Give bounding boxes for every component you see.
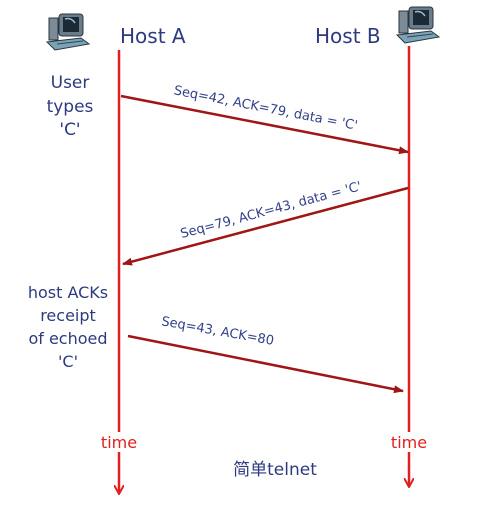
host-b-time-label: time	[391, 433, 427, 452]
host-acks-note: host ACKs receipt of echoed 'C'	[28, 283, 108, 371]
host-a-label: Host A	[120, 24, 186, 48]
user-types-note: User types 'C'	[47, 73, 94, 140]
host-b-label: Host B	[315, 24, 381, 48]
computer-icon	[46, 13, 90, 51]
note-line: types	[47, 97, 94, 117]
note-line: receipt	[40, 306, 96, 325]
note-line: 'C'	[58, 352, 78, 371]
message-label-3: Seq=43, ACK=80	[160, 314, 275, 349]
caption: 简单telnet	[233, 460, 317, 480]
note-line: 'C'	[59, 120, 80, 140]
note-line: of echoed	[28, 329, 107, 348]
computer-icon	[396, 6, 440, 44]
telnet-sequence-diagram: Host A Host B User types 'C' host ACKs r…	[28, 6, 440, 513]
message-arrow-2	[122, 186, 409, 266]
note-line: host ACKs	[28, 283, 108, 302]
host-a-time-label: time	[101, 433, 137, 452]
message-label-2: Seq=79, ACK=43, data = 'C'	[179, 179, 363, 242]
note-line: User	[51, 73, 90, 93]
message-label-1: Seq=42, ACK=79, data = 'C'	[173, 83, 359, 133]
